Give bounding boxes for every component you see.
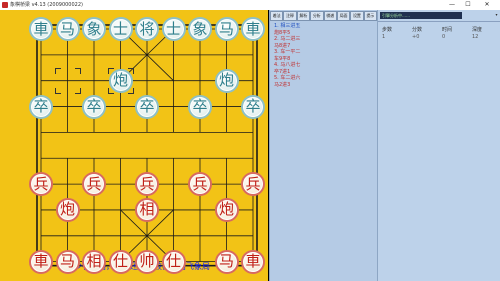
marker-corner <box>74 67 81 74</box>
engine-value: 0 <box>442 34 446 40</box>
black-piece[interactable]: 卒 <box>188 94 212 119</box>
divider <box>378 21 500 22</box>
panel-tabs: 着法 注释 解析 分析 棋谱 局面 设置 提示 <box>270 11 377 21</box>
panel-tab[interactable]: 解析 <box>296 11 311 21</box>
panel-tab[interactable]: 提示 <box>363 11 377 21</box>
black-piece[interactable]: 卒 <box>241 94 265 119</box>
black-piece[interactable]: 士 <box>161 17 186 41</box>
black-piece[interactable]: 马 <box>214 17 239 41</box>
comment-text: 象棋少有套路，而我还是比较喜欢用飞象局 <box>58 262 210 271</box>
red-piece[interactable]: 兵 <box>241 172 265 197</box>
black-piece[interactable]: 士 <box>108 17 133 41</box>
xiangqi-board[interactable]: 象棋少有套路，而我还是比较喜欢用飞象局 車马象士将士象马車炮炮卒卒卒卒卒兵兵兵兵… <box>0 10 268 281</box>
engine-column-header: 深度 <box>472 27 483 33</box>
black-piece[interactable]: 将 <box>135 17 159 41</box>
red-piece[interactable]: 帅 <box>135 249 159 274</box>
red-piece[interactable]: 兵 <box>188 172 212 197</box>
red-piece[interactable]: 兵 <box>135 172 159 197</box>
move-marker-icon <box>54 67 81 94</box>
engine-value: +0 <box>412 34 420 40</box>
black-piece[interactable]: 炮 <box>108 68 133 93</box>
app-window: 象棋桥梁 v4.13 (2009000022) — ☐ ✕ 象棋少有套路，而我还… <box>0 0 500 281</box>
red-piece[interactable]: 马 <box>214 249 239 274</box>
red-piece[interactable]: 兵 <box>29 172 53 197</box>
black-piece[interactable]: 马 <box>55 17 80 41</box>
black-piece[interactable]: 卒 <box>82 94 106 119</box>
engine-status-bar: 引擎分析中…… <box>380 12 462 19</box>
panel-tab[interactable]: 设置 <box>350 11 364 21</box>
black-piece[interactable]: 象 <box>188 17 212 41</box>
window-title: 象棋桥梁 v4.13 (2009000022) <box>10 2 83 8</box>
title-bar: 象棋桥梁 v4.13 (2009000022) — ☐ ✕ <box>0 0 500 10</box>
red-piece[interactable]: 马 <box>55 249 80 274</box>
engine-column-header: 分数 <box>412 27 423 33</box>
engine-panel: 引擎分析中…… ▾ 步数 分数 时间 深度 1 +0 0 12 <box>377 10 500 281</box>
black-piece[interactable]: 卒 <box>29 94 53 119</box>
app-logo-icon <box>2 2 8 8</box>
black-piece[interactable]: 車 <box>241 17 265 41</box>
red-piece[interactable]: 仕 <box>108 249 133 274</box>
move-list-item[interactable]: 马2进3 <box>274 82 334 89</box>
board-grid <box>36 24 258 267</box>
red-piece[interactable]: 仕 <box>161 249 186 274</box>
scroll-down-icon[interactable]: ▾ <box>494 12 499 17</box>
panel-tab[interactable]: 分析 <box>310 11 324 21</box>
black-piece[interactable]: 象 <box>82 17 106 41</box>
marker-corner <box>54 67 61 74</box>
move-list-panel: 着法 注释 解析 分析 棋谱 局面 设置 提示 1. 相三进五 炮8平5 2. 马二进三 马8进… <box>269 10 377 281</box>
engine-value: 12 <box>472 34 479 40</box>
red-piece[interactable]: 兵 <box>82 172 106 197</box>
red-piece[interactable]: 相 <box>82 249 106 274</box>
red-piece[interactable]: 炮 <box>214 197 239 222</box>
engine-value: 1 <box>382 34 386 40</box>
engine-column-header: 步数 <box>382 27 393 33</box>
move-list: 1. 相三进五 炮8平5 2. 马二进三 马8进7 3. 车一平二 车9平8 4. 马… <box>274 23 334 88</box>
marker-corner <box>54 87 61 94</box>
engine-column-header: 时间 <box>442 27 453 33</box>
panel-tab[interactable]: 着法 <box>270 11 284 21</box>
panel-tab[interactable]: 注释 <box>283 11 297 21</box>
red-piece[interactable]: 相 <box>135 197 159 222</box>
close-button[interactable]: ✕ <box>480 0 494 10</box>
red-piece[interactable]: 炮 <box>55 197 80 222</box>
black-piece[interactable]: 卒 <box>135 94 159 119</box>
minimize-button[interactable]: — <box>445 0 459 10</box>
maximize-button[interactable]: ☐ <box>461 0 475 10</box>
panel-tab[interactable]: 局面 <box>336 11 351 21</box>
black-piece[interactable]: 炮 <box>214 68 239 93</box>
red-piece[interactable]: 車 <box>29 249 53 274</box>
red-piece[interactable]: 車 <box>241 249 265 274</box>
panel-tab[interactable]: 棋谱 <box>323 11 337 21</box>
black-piece[interactable]: 車 <box>29 17 53 41</box>
marker-corner <box>74 87 81 94</box>
